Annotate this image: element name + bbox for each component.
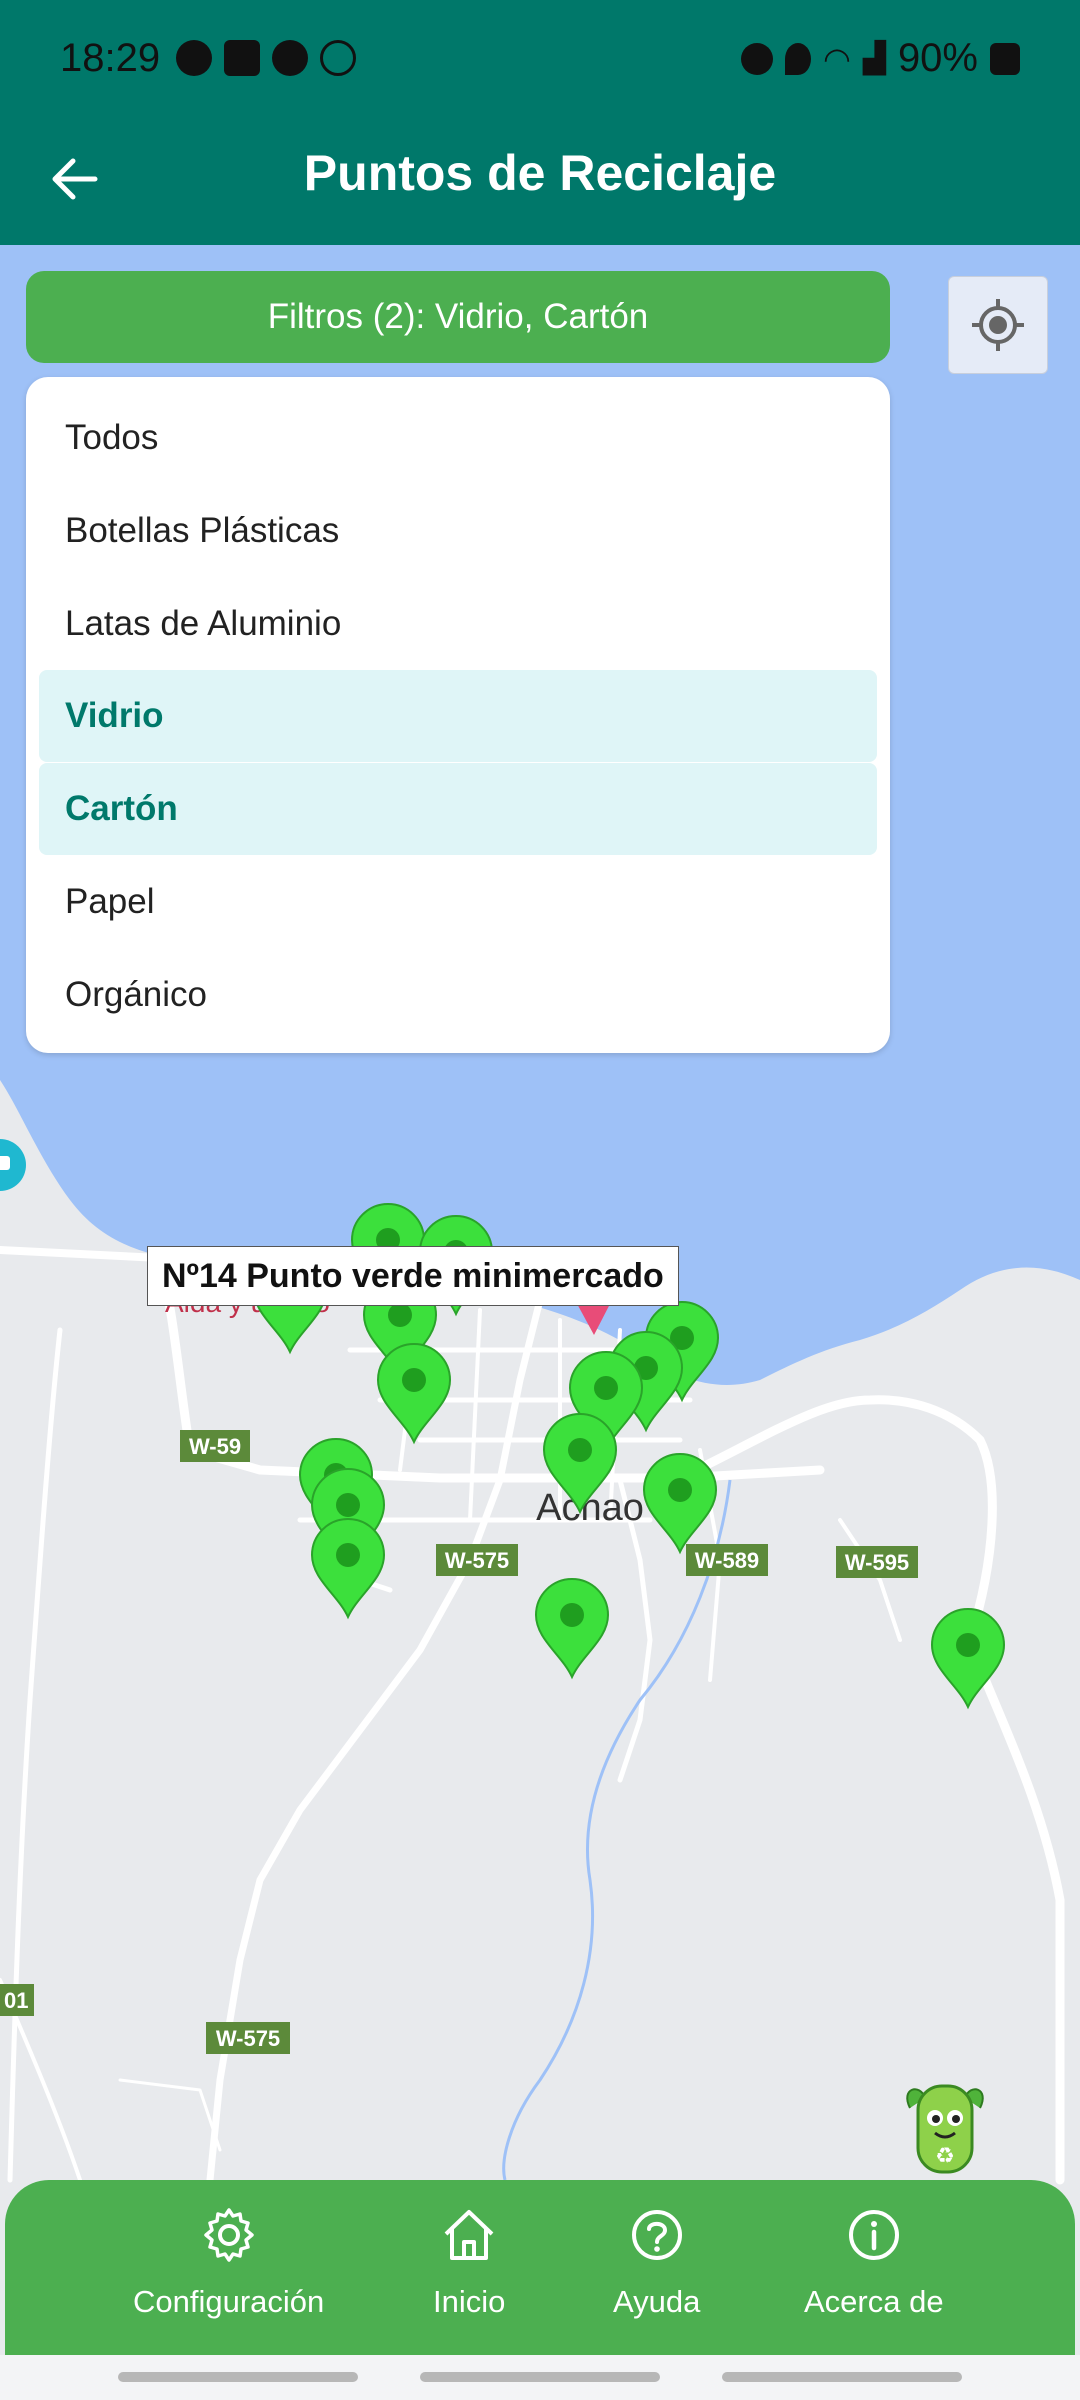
app-bar: Puntos de Reciclaje [0, 120, 1080, 245]
filter-option-vidrio[interactable]: Vidrio [39, 670, 877, 762]
svg-text:W-59: W-59 [189, 1434, 241, 1459]
filter-option-organico[interactable]: Orgánico [39, 949, 877, 1041]
battery-percent: 90% [897, 36, 978, 80]
dnd-icon [176, 40, 212, 76]
svg-text:W-595: W-595 [845, 1550, 909, 1575]
road-shield-edge: 01 [0, 1984, 34, 2016]
road-shield: W-575 [436, 1544, 518, 1576]
location-icon [784, 42, 811, 75]
mascot-image: ♻ [890, 2078, 1000, 2178]
nav-label: Ayuda [613, 2284, 701, 2319]
notification-icons [176, 40, 356, 76]
road-shield: W-575 [206, 2022, 290, 2054]
gear-icon [203, 2208, 254, 2262]
wifi-icon: ◠ [822, 40, 851, 77]
marker-dot [956, 1633, 980, 1657]
road-shield: W-59 [180, 1430, 250, 1462]
marker-dot [336, 1543, 360, 1567]
nav-label: Inicio [433, 2284, 506, 2319]
image-icon [224, 40, 260, 76]
filter-option-botellas[interactable]: Botellas Plásticas [39, 485, 877, 577]
battery-icon [990, 42, 1020, 75]
filter-option-todos[interactable]: Todos [39, 392, 877, 484]
home-icon [444, 2210, 494, 2260]
marker-dot [336, 1493, 360, 1517]
svg-text:W-575: W-575 [216, 2026, 280, 2051]
marker-dot [388, 1303, 412, 1327]
nav-inicio[interactable]: Inicio [433, 2206, 505, 2320]
nav-label: Acerca de [804, 2284, 944, 2319]
nav-pill [118, 2372, 358, 2382]
app-icon [272, 40, 308, 76]
status-time: 18:29 [60, 36, 161, 80]
svg-text:W-575: W-575 [445, 1548, 509, 1573]
svg-text:♻: ♻ [935, 2144, 955, 2169]
road-shield: W-589 [686, 1544, 768, 1576]
nav-ayuda[interactable]: Ayuda [613, 2206, 700, 2320]
marker-dot [568, 1438, 592, 1462]
marker-dot [594, 1376, 618, 1400]
alarm-icon [740, 42, 773, 75]
nav-configuracion[interactable]: Configuración [133, 2206, 324, 2320]
nav-pill [420, 2372, 660, 2382]
system-icons: ◠ ▟ 90% [740, 36, 1020, 81]
marker-dot [668, 1478, 692, 1502]
nav-label: Configuración [133, 2284, 325, 2319]
page-title: Puntos de Reciclaje [303, 145, 777, 201]
help-icon [631, 2210, 682, 2260]
filter-option-carton[interactable]: Cartón [39, 763, 877, 855]
drive-icon [320, 40, 356, 76]
filter-option-papel[interactable]: Papel [39, 856, 877, 948]
info-icon [848, 2210, 899, 2260]
nav-acerca-de[interactable]: Acerca de [804, 2206, 944, 2320]
svg-text:W-589: W-589 [695, 1548, 759, 1573]
road-shield: W-595 [836, 1546, 918, 1578]
my-location-button[interactable] [948, 276, 1048, 374]
bottom-navigation: Configuración Inicio Ayuda Acerca de [5, 2180, 1075, 2355]
system-gesture-bar [0, 2355, 1080, 2400]
marker-dot [560, 1603, 584, 1627]
signal-icon: ▟ [862, 42, 886, 75]
marker-dot [402, 1368, 426, 1392]
crosshair-icon [972, 299, 1024, 351]
nav-pill [722, 2372, 962, 2382]
marker-tooltip: Nº14 Punto verde minimercado [147, 1246, 679, 1306]
status-bar: 18:29 ◠ ▟ 90% [0, 0, 1080, 120]
svg-text:01: 01 [4, 1988, 28, 2013]
filter-dropdown: Todos Botellas Plásticas Latas de Alumin… [26, 377, 890, 1053]
filter-button[interactable]: Filtros (2): Vidrio, Cartón [26, 271, 890, 363]
filter-option-latas[interactable]: Latas de Aluminio [39, 578, 877, 670]
